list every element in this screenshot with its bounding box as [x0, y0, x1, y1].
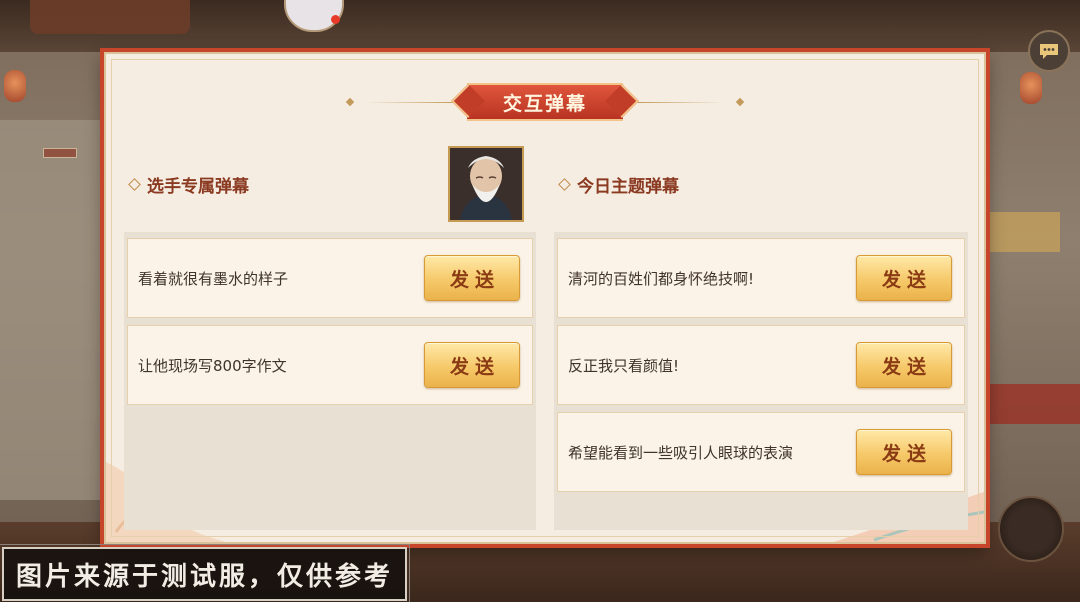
message-text: 让他现场写800字作文: [138, 356, 287, 375]
action-round-button[interactable]: [998, 496, 1064, 562]
message-text: 清河的百姓们都身怀绝技啊!: [568, 269, 755, 288]
list-item: 希望能看到一些吸引人眼球的表演 发送: [557, 412, 965, 492]
player-section-title: 选手专属弹幕: [128, 172, 249, 197]
message-text: 反正我只看颜值!: [568, 356, 680, 375]
diamond-icon: [558, 178, 571, 191]
list-item: 让他现场写800字作文 发送: [127, 325, 533, 405]
send-button[interactable]: 发送: [856, 342, 952, 388]
watermark-caption: 图片来源于测试服，仅供参考: [0, 544, 411, 602]
player-portrait: [448, 146, 524, 222]
chat-bubble-icon[interactable]: [1028, 30, 1070, 72]
theme-message-list: 清河的百姓们都身怀绝技啊! 发送 反正我只看颜值! 发送 希望能看到一些吸引人眼…: [554, 232, 968, 530]
diamond-icon: [128, 178, 141, 191]
dialog-title: 交互弹幕: [466, 83, 623, 121]
message-text: 看着就很有墨水的样子: [138, 269, 289, 288]
send-button[interactable]: 发送: [424, 255, 520, 301]
list-item: 看着就很有墨水的样子 发送: [127, 238, 533, 318]
notification-dot: [331, 15, 340, 24]
theme-section-title: 今日主题弹幕: [558, 172, 679, 197]
send-button[interactable]: 发送: [856, 429, 952, 475]
player-message-list: 看着就很有墨水的样子 发送 让他现场写800字作文 发送: [124, 232, 536, 530]
message-text: 希望能看到一些吸引人眼球的表演: [568, 443, 794, 462]
list-item: 反正我只看颜值! 发送: [557, 325, 965, 405]
danmaku-dialog: 交互弹幕 选手专属弹幕 今日主题弹幕 看着就很有墨水的样子 发送 让他现场写80…: [104, 52, 986, 544]
send-button[interactable]: 发送: [856, 255, 952, 301]
list-item: 清河的百姓们都身怀绝技啊! 发送: [557, 238, 965, 318]
dialog-header: 交互弹幕: [106, 83, 984, 121]
send-button[interactable]: 发送: [424, 342, 520, 388]
